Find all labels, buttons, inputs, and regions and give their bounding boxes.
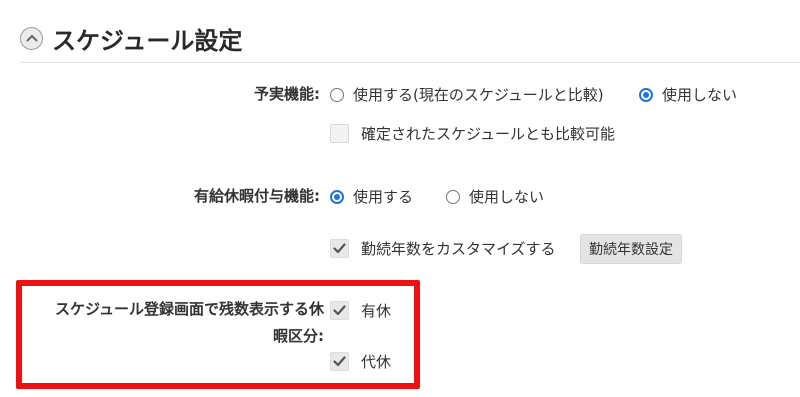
- leave-type-substitute-label: 代休: [361, 353, 392, 371]
- leave-type-paid-checkbox[interactable]: [330, 301, 349, 320]
- customize-years-option[interactable]: 勤続年数をカスタマイズする: [330, 236, 556, 261]
- customize-years-label: 勤続年数をカスタマイズする: [361, 240, 556, 258]
- plan-actual-label: 予実機能:: [254, 85, 320, 103]
- compare-confirmed-checkbox[interactable]: [330, 124, 349, 143]
- divider: [20, 62, 800, 63]
- compare-confirmed-option[interactable]: 確定されたスケジュールとも比較可能: [330, 121, 615, 146]
- check-icon: [333, 243, 346, 254]
- remaining-display-label-line1: スケジュール登録画面で残数表示する休: [55, 300, 324, 318]
- leave-type-substitute-option[interactable]: 代休: [330, 349, 391, 374]
- leave-type-paid-option[interactable]: 有休: [330, 298, 391, 323]
- plan-actual-use-label: 使用する(現在のスケジュールと比較): [353, 86, 604, 104]
- paid-leave-option-use[interactable]: 使用する: [330, 184, 413, 209]
- paid-leave-option-nouse[interactable]: 使用しない: [446, 184, 544, 209]
- paid-leave-use-label: 使用する: [353, 188, 414, 206]
- plan-actual-use-radio[interactable]: [330, 87, 344, 102]
- compare-confirmed-label: 確定されたスケジュールとも比較可能: [361, 125, 615, 143]
- check-icon: [333, 305, 346, 316]
- plan-actual-nouse-radio[interactable]: [639, 87, 653, 102]
- chevron-up-icon[interactable]: [20, 26, 43, 50]
- plan-actual-option-use[interactable]: 使用する(現在のスケジュールと比較): [330, 82, 604, 107]
- remaining-display-label-line2: 暇区分:: [273, 327, 324, 345]
- schedule-settings-page: スケジュール設定 予実機能: 使用する(現在のスケジュールと比較) 使用しない …: [0, 0, 800, 397]
- check-icon: [333, 356, 346, 367]
- plan-actual-nouse-label: 使用しない: [662, 86, 738, 104]
- paid-leave-nouse-radio[interactable]: [446, 189, 460, 204]
- leave-type-substitute-checkbox[interactable]: [330, 352, 349, 371]
- plan-actual-option-nouse[interactable]: 使用しない: [639, 82, 737, 107]
- customize-years-checkbox[interactable]: [330, 239, 349, 258]
- paid-leave-nouse-label: 使用しない: [469, 188, 545, 206]
- leave-type-paid-label: 有休: [361, 302, 392, 320]
- service-years-settings-button[interactable]: 勤続年数設定: [580, 234, 682, 264]
- paid-leave-use-radio[interactable]: [330, 189, 344, 204]
- section-header: スケジュール設定: [20, 18, 242, 58]
- paid-leave-label: 有給休暇付与機能:: [194, 187, 320, 205]
- section-title: スケジュール設定: [52, 26, 243, 55]
